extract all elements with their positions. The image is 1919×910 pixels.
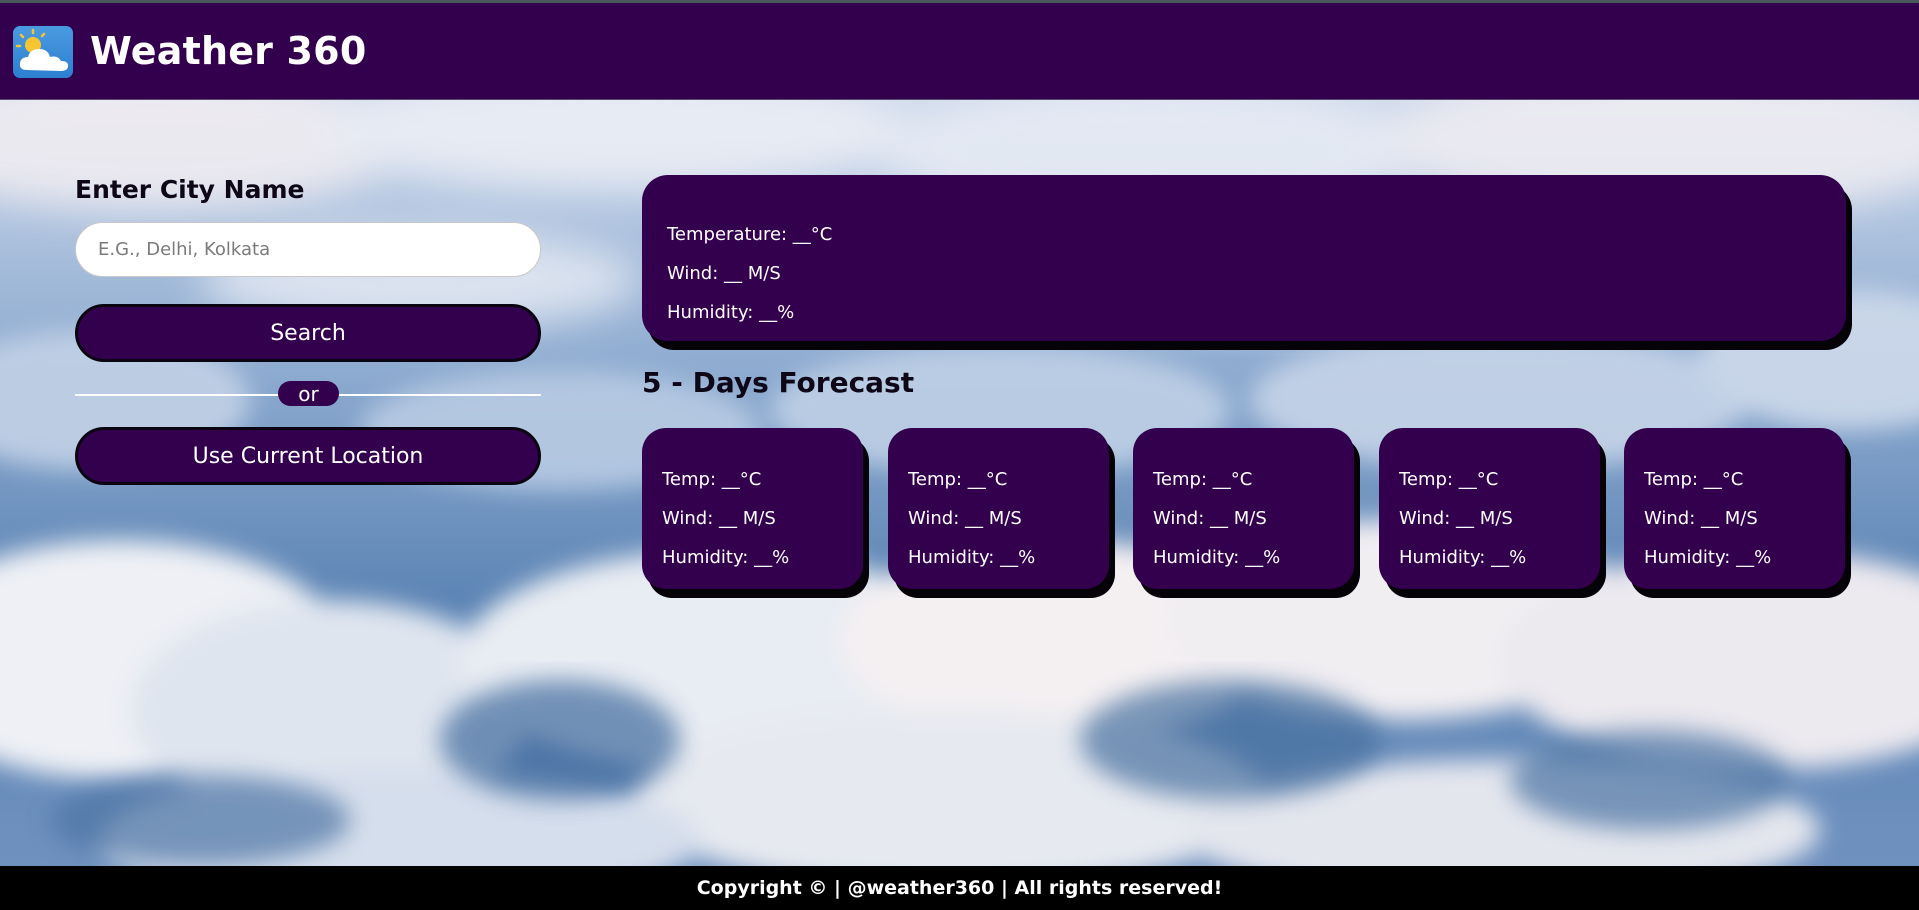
forecast-humidity: Humidity: __% (1153, 547, 1281, 568)
forecast-wind: Wind: __ M/S (1153, 508, 1267, 529)
forecast-humidity: Humidity: __% (1399, 547, 1527, 568)
forecast-humidity: Humidity: __% (908, 547, 1036, 568)
current-temperature: Temperature: __°C (667, 224, 833, 245)
search-button[interactable]: Search (75, 304, 541, 362)
forecast-temp: Temp: __°C (662, 469, 762, 490)
forecast-card-day-3: Temp: __°C Wind: __ M/S Humidity: __% (1133, 428, 1354, 589)
or-divider-label: or (278, 381, 339, 406)
forecast-title: 5 - Days Forecast (642, 366, 915, 399)
forecast-temp: Temp: __°C (1644, 469, 1744, 490)
app-title: Weather 360 (90, 29, 367, 73)
current-humidity: Humidity: __% (667, 302, 795, 323)
page-footer: Copyright © | @weather360 | All rights r… (0, 866, 1919, 910)
forecast-card-day-2: Temp: __°C Wind: __ M/S Humidity: __% (888, 428, 1109, 589)
app-header: Weather 360 (0, 0, 1919, 100)
forecast-card-day-4: Temp: __°C Wind: __ M/S Humidity: __% (1379, 428, 1600, 589)
current-weather-card: Temperature: __°C Wind: __ M/S Humidity:… (642, 175, 1846, 341)
forecast-temp: Temp: __°C (908, 469, 1008, 490)
copyright-text: Copyright © | @weather360 | All rights r… (696, 877, 1223, 899)
forecast-card-day-5: Temp: __°C Wind: __ M/S Humidity: __% (1624, 428, 1845, 589)
forecast-wind: Wind: __ M/S (1399, 508, 1513, 529)
city-search-input[interactable] (75, 222, 541, 277)
forecast-temp: Temp: __°C (1399, 469, 1499, 490)
forecast-temp: Temp: __°C (1153, 469, 1253, 490)
current-wind: Wind: __ M/S (667, 263, 781, 284)
forecast-wind: Wind: __ M/S (908, 508, 1022, 529)
weather-cloud-sun-icon (13, 26, 73, 78)
forecast-humidity: Humidity: __% (1644, 547, 1772, 568)
forecast-wind: Wind: __ M/S (1644, 508, 1758, 529)
city-name-label: Enter City Name (75, 175, 305, 204)
forecast-card-day-1: Temp: __°C Wind: __ M/S Humidity: __% (642, 428, 863, 589)
use-current-location-button[interactable]: Use Current Location (75, 427, 541, 485)
forecast-humidity: Humidity: __% (662, 547, 790, 568)
forecast-wind: Wind: __ M/S (662, 508, 776, 529)
